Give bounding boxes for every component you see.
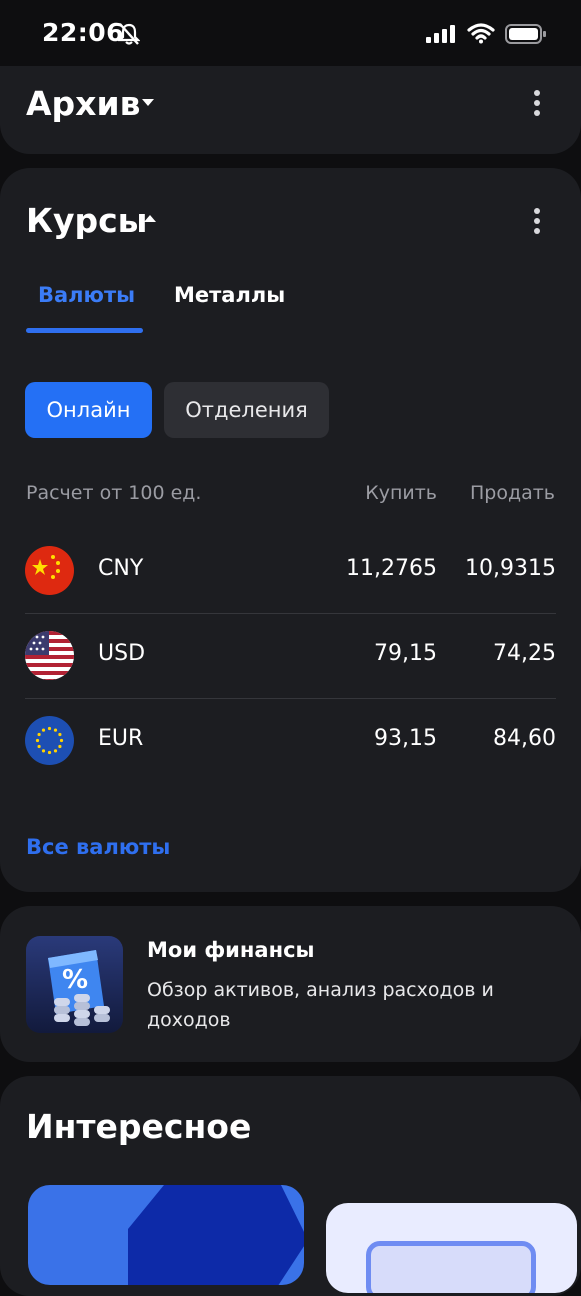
status-time: 22:06 [42, 18, 125, 47]
currency-code: EUR [98, 726, 144, 751]
promo-shape [128, 1185, 304, 1285]
table-header-sell: Продать [469, 482, 555, 504]
finance-title: Мои финансы [147, 938, 315, 962]
promo-card[interactable] [326, 1203, 577, 1293]
sell-rate: 84,60 [493, 726, 556, 751]
tab-active-indicator [26, 328, 143, 333]
table-row[interactable]: EUR 93,15 84,60 [25, 698, 556, 783]
rates-title[interactable]: Курсы [26, 201, 148, 240]
currency-code: USD [98, 641, 146, 666]
china-flag-icon [25, 546, 74, 595]
caret-down-icon[interactable] [141, 98, 155, 107]
tab-currencies[interactable]: Валюты [38, 283, 135, 307]
wifi-icon [467, 23, 495, 44]
battery-icon [505, 24, 546, 44]
tab-metals[interactable]: Металлы [174, 283, 285, 307]
currency-code: CNY [98, 556, 144, 581]
interest-title: Интересное [26, 1107, 252, 1146]
filter-online-button[interactable]: Онлайн [25, 382, 152, 438]
sell-rate: 10,9315 [465, 556, 556, 581]
svg-text:%: % [62, 965, 88, 995]
rates-menu-icon[interactable] [534, 208, 542, 238]
all-currencies-link[interactable]: Все валюты [26, 835, 170, 859]
signal-icon [426, 25, 455, 43]
sell-rate: 74,25 [493, 641, 556, 666]
table-header-buy: Купить [365, 482, 437, 504]
buy-rate: 11,2765 [346, 556, 437, 581]
filter-branches-button[interactable]: Отделения [164, 382, 329, 438]
usa-flag-icon [25, 631, 74, 680]
buy-rate: 93,15 [374, 726, 437, 751]
buy-rate: 79,15 [374, 641, 437, 666]
table-row[interactable]: CNY 11,2765 10,9315 [25, 528, 556, 613]
bell-slash-icon [118, 23, 140, 45]
percent-coins-icon: % [26, 936, 123, 1033]
archive-menu-icon[interactable] [534, 90, 542, 120]
eu-flag-icon [25, 716, 74, 765]
promo-shape [366, 1241, 536, 1293]
table-row[interactable]: USD 79,15 74,25 [25, 613, 556, 698]
promo-card[interactable] [28, 1185, 304, 1285]
status-bar: 22:06 [0, 0, 581, 66]
archive-title[interactable]: Архив [26, 84, 140, 123]
finance-description: Обзор активов, анализ расходов и доходов [147, 979, 494, 1031]
table-header-calc: Расчет от 100 ед. [26, 482, 202, 504]
caret-up-icon[interactable] [143, 214, 157, 223]
